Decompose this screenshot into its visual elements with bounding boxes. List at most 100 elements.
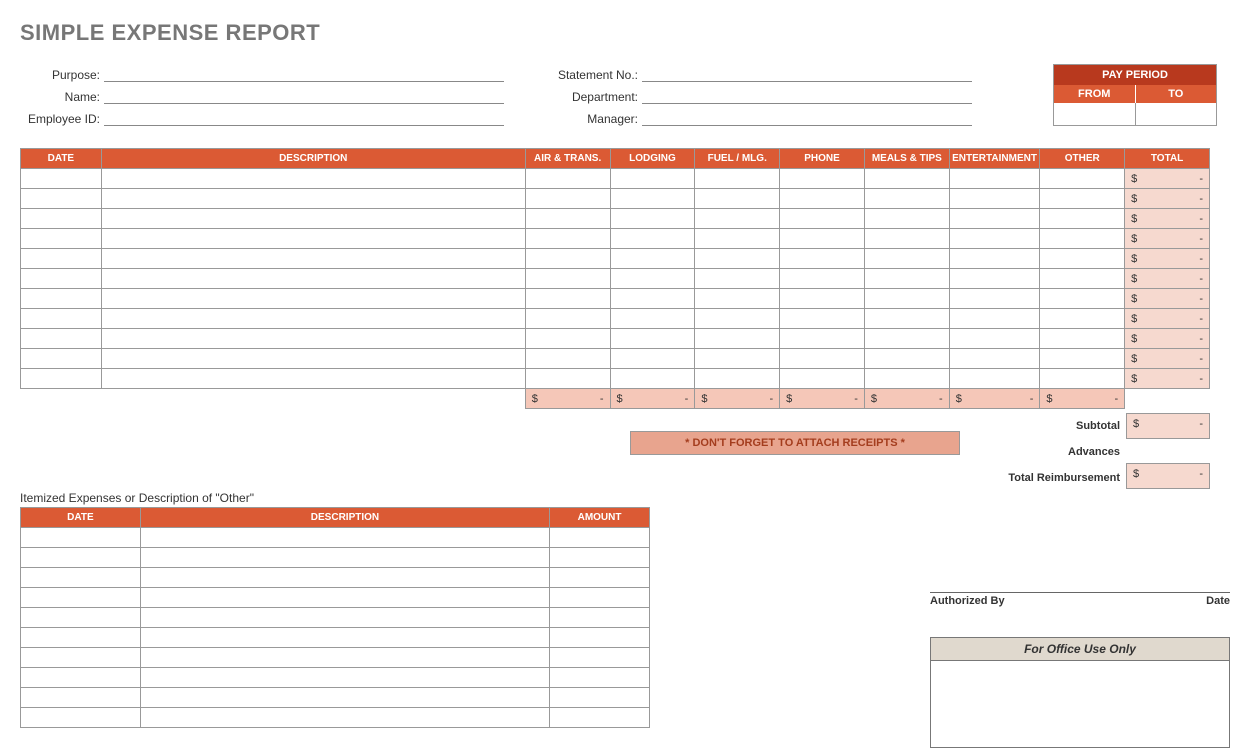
cell[interactable] [1040,169,1125,189]
cell[interactable] [525,209,610,229]
cell[interactable] [695,269,780,289]
cell[interactable] [101,349,525,369]
field-statement-no[interactable] [642,64,972,82]
field-purpose[interactable] [104,64,504,82]
field-manager[interactable] [642,108,972,126]
cell[interactable] [550,668,650,688]
cell[interactable] [695,249,780,269]
value-advances[interactable] [1126,438,1210,464]
cell[interactable] [550,708,650,728]
cell[interactable] [610,329,695,349]
cell[interactable] [550,588,650,608]
cell[interactable] [525,369,610,389]
cell[interactable] [695,189,780,209]
cell[interactable] [949,369,1040,389]
cell[interactable] [140,608,549,628]
cell[interactable] [550,528,650,548]
cell[interactable] [864,209,949,229]
cell[interactable] [21,668,141,688]
cell[interactable] [864,369,949,389]
cell[interactable] [21,628,141,648]
cell[interactable] [1040,269,1125,289]
cell[interactable] [101,189,525,209]
cell[interactable] [780,369,865,389]
cell[interactable] [1040,229,1125,249]
cell[interactable] [695,309,780,329]
cell[interactable] [21,688,141,708]
cell[interactable] [780,289,865,309]
cell[interactable] [101,269,525,289]
field-name[interactable] [104,86,504,104]
cell[interactable] [949,269,1040,289]
cell[interactable] [101,229,525,249]
cell[interactable] [1040,329,1125,349]
cell[interactable] [21,269,102,289]
cell[interactable] [101,309,525,329]
cell[interactable] [21,249,102,269]
cell[interactable] [21,568,141,588]
cell[interactable] [949,349,1040,369]
cell[interactable] [21,229,102,249]
cell[interactable] [140,528,549,548]
cell[interactable] [550,548,650,568]
cell[interactable] [550,688,650,708]
cell[interactable] [780,169,865,189]
cell[interactable] [1040,309,1125,329]
cell[interactable] [550,608,650,628]
cell[interactable] [1040,249,1125,269]
cell[interactable] [1040,369,1125,389]
cell[interactable] [949,169,1040,189]
cell[interactable] [610,249,695,269]
cell[interactable] [21,369,102,389]
cell[interactable] [949,289,1040,309]
cell[interactable] [695,169,780,189]
cell[interactable] [695,369,780,389]
cell[interactable] [550,648,650,668]
cell[interactable] [780,229,865,249]
cell[interactable] [610,169,695,189]
cell[interactable] [21,708,141,728]
field-employee-id[interactable] [104,108,504,126]
cell[interactable] [695,349,780,369]
cell[interactable] [949,229,1040,249]
cell[interactable] [21,528,141,548]
cell[interactable] [695,229,780,249]
cell[interactable] [21,349,102,369]
cell[interactable] [140,688,549,708]
cell[interactable] [949,189,1040,209]
cell[interactable] [780,329,865,349]
cell[interactable] [101,329,525,349]
cell[interactable] [864,309,949,329]
cell[interactable] [610,309,695,329]
cell[interactable] [949,249,1040,269]
cell[interactable] [610,289,695,309]
cell[interactable] [610,349,695,369]
cell[interactable] [610,189,695,209]
cell[interactable] [780,249,865,269]
cell[interactable] [101,369,525,389]
cell[interactable] [21,588,141,608]
cell[interactable] [21,189,102,209]
cell[interactable] [864,169,949,189]
cell[interactable] [101,209,525,229]
cell[interactable] [695,329,780,349]
cell[interactable] [550,628,650,648]
cell[interactable] [21,648,141,668]
cell[interactable] [140,708,549,728]
cell[interactable] [140,668,549,688]
cell[interactable] [21,548,141,568]
cell[interactable] [864,249,949,269]
cell[interactable] [864,269,949,289]
cell[interactable] [101,289,525,309]
cell[interactable] [780,349,865,369]
cell[interactable] [21,329,102,349]
cell[interactable] [864,349,949,369]
cell[interactable] [1040,189,1125,209]
cell[interactable] [140,588,549,608]
cell[interactable] [610,229,695,249]
cell[interactable] [864,329,949,349]
cell[interactable] [21,608,141,628]
cell[interactable] [1040,289,1125,309]
cell[interactable] [140,548,549,568]
cell[interactable] [525,329,610,349]
